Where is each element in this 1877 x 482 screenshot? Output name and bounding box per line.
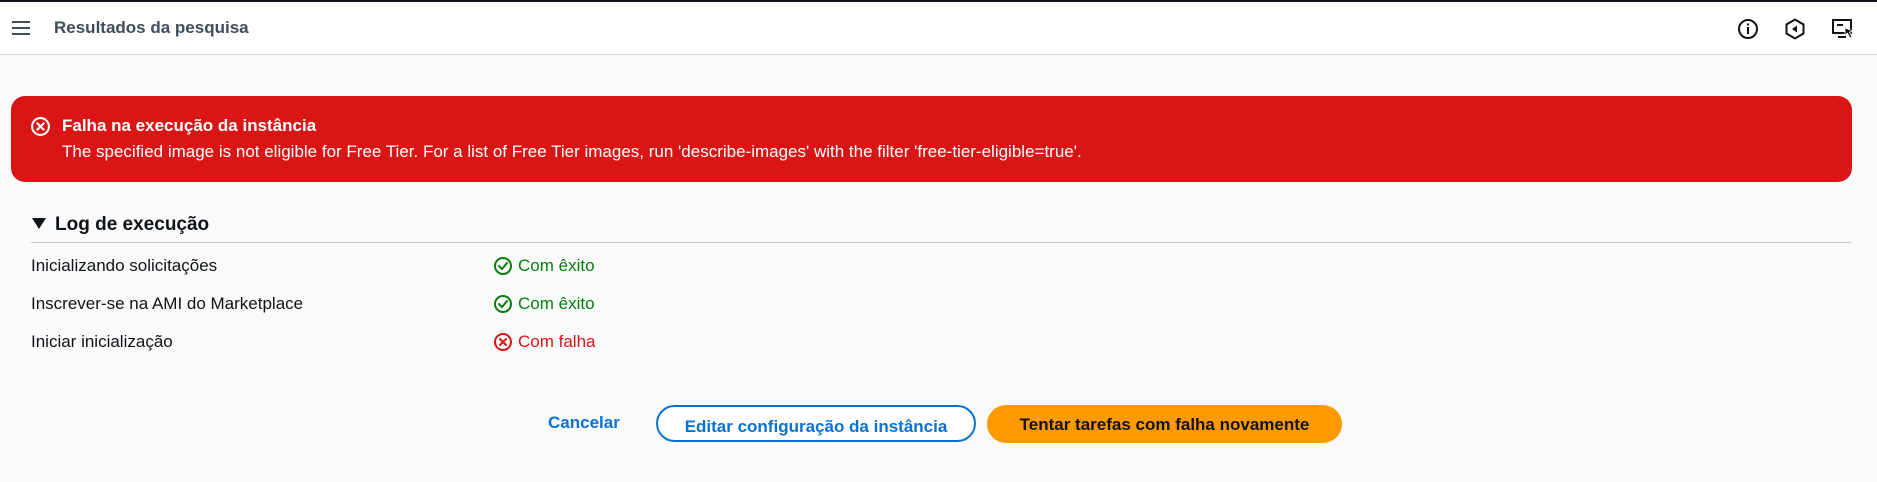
cancel-button[interactable]: Cancelar — [548, 413, 620, 433]
info-icon[interactable] — [1736, 17, 1760, 41]
menu-icon[interactable] — [11, 18, 31, 38]
status-text: Com êxito — [518, 294, 595, 313]
execution-log-toggle[interactable]: Log de execução — [32, 214, 209, 236]
divider — [31, 242, 1851, 243]
success-check-icon — [494, 257, 512, 275]
alert-title: Falha na execução da instância — [62, 116, 317, 135]
feedback-icon[interactable] — [1783, 17, 1807, 41]
status-text: Com êxito — [518, 256, 595, 275]
error-circle-icon — [494, 333, 512, 351]
log-row-label: Inicializando solicitações — [31, 256, 218, 275]
log-row-status: Com falha — [493, 332, 595, 352]
edit-instance-config-button[interactable]: Editar configuração da instância — [656, 405, 976, 442]
top-navigation-bar: Resultados da pesquisa — [0, 2, 1877, 55]
error-circle-icon — [31, 117, 50, 136]
alert-message: The specified image is not eligible for … — [62, 142, 1082, 161]
retry-failed-tasks-button[interactable]: Tentar tarefas com falha novamente — [987, 405, 1342, 443]
log-row-label: Inscrever-se na AMI do Marketplace — [31, 294, 304, 313]
success-check-icon — [494, 295, 512, 313]
log-row: Inicializando solicitações Com êxito — [31, 256, 1031, 280]
caret-down-icon — [32, 218, 46, 229]
screen-monitor-icon[interactable] — [1831, 17, 1855, 41]
log-row: Inscrever-se na AMI do Marketplace Com ê… — [31, 294, 1031, 318]
log-row-label: Iniciar inicialização — [31, 332, 173, 351]
log-row-status: Com êxito — [493, 256, 595, 276]
execution-log-title: Log de execução — [55, 214, 210, 235]
status-text: Com falha — [518, 332, 596, 351]
page-title: Resultados da pesquisa — [54, 18, 249, 37]
log-row-status: Com êxito — [493, 294, 595, 314]
log-row: Iniciar inicialização Com falha — [31, 332, 1031, 356]
error-alert: Falha na execução da instância The speci… — [11, 96, 1852, 182]
